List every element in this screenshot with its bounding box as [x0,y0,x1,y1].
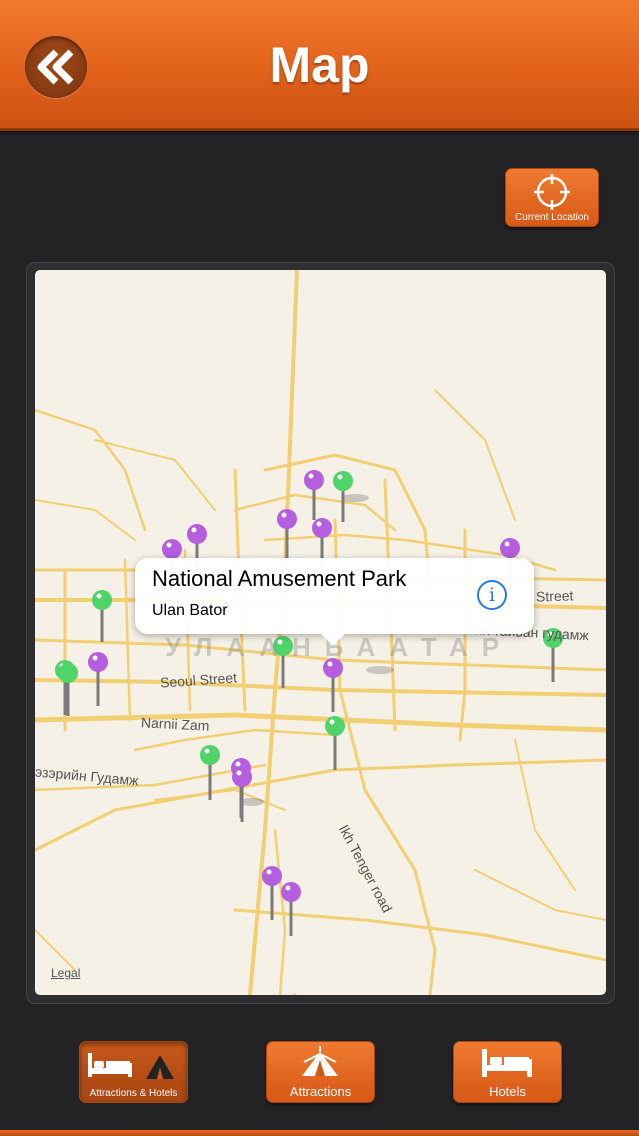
legal-link[interactable]: Legal [51,966,80,980]
map-pin[interactable] [58,663,78,716]
info-icon[interactable]: i [477,580,507,610]
current-location-label: Current Location [515,212,589,223]
map-callout[interactable]: National Amusement Park Ulan Bator i [135,558,534,646]
bottom-bar-edge [0,1130,639,1136]
street-label: Street [535,587,574,605]
top-bar: Map [0,0,639,131]
map-pin[interactable] [232,767,252,822]
tent-icon [302,1046,338,1076]
current-location-button[interactable]: Current Location [505,168,599,227]
callout-title: National Amusement Park [152,566,407,591]
map-pin[interactable] [325,716,345,770]
map-view[interactable]: Seoul Street Narnii Zam эзэрийн Гудамж I… [35,270,606,995]
bed-and-tent-icon [88,1053,174,1079]
bed-icon [482,1049,532,1077]
tab-hotels[interactable]: Hotels [453,1041,562,1103]
callout-subtitle: Ulan Bator [152,602,228,619]
tab-attractions-hotels[interactable]: Attractions & Hotels [79,1041,188,1103]
map-pin[interactable] [304,470,324,520]
map-pin[interactable] [277,509,297,560]
pin-group-attractions [88,470,520,936]
tab-label: Attractions & Hotels [89,1088,178,1099]
crosshair-icon [534,174,570,210]
page-title: Map [269,37,370,93]
tab-attractions[interactable]: Attractions [266,1041,375,1103]
tab-label: Hotels [489,1084,526,1099]
tab-label: Attractions [289,1084,352,1099]
map-pin[interactable] [92,590,112,642]
